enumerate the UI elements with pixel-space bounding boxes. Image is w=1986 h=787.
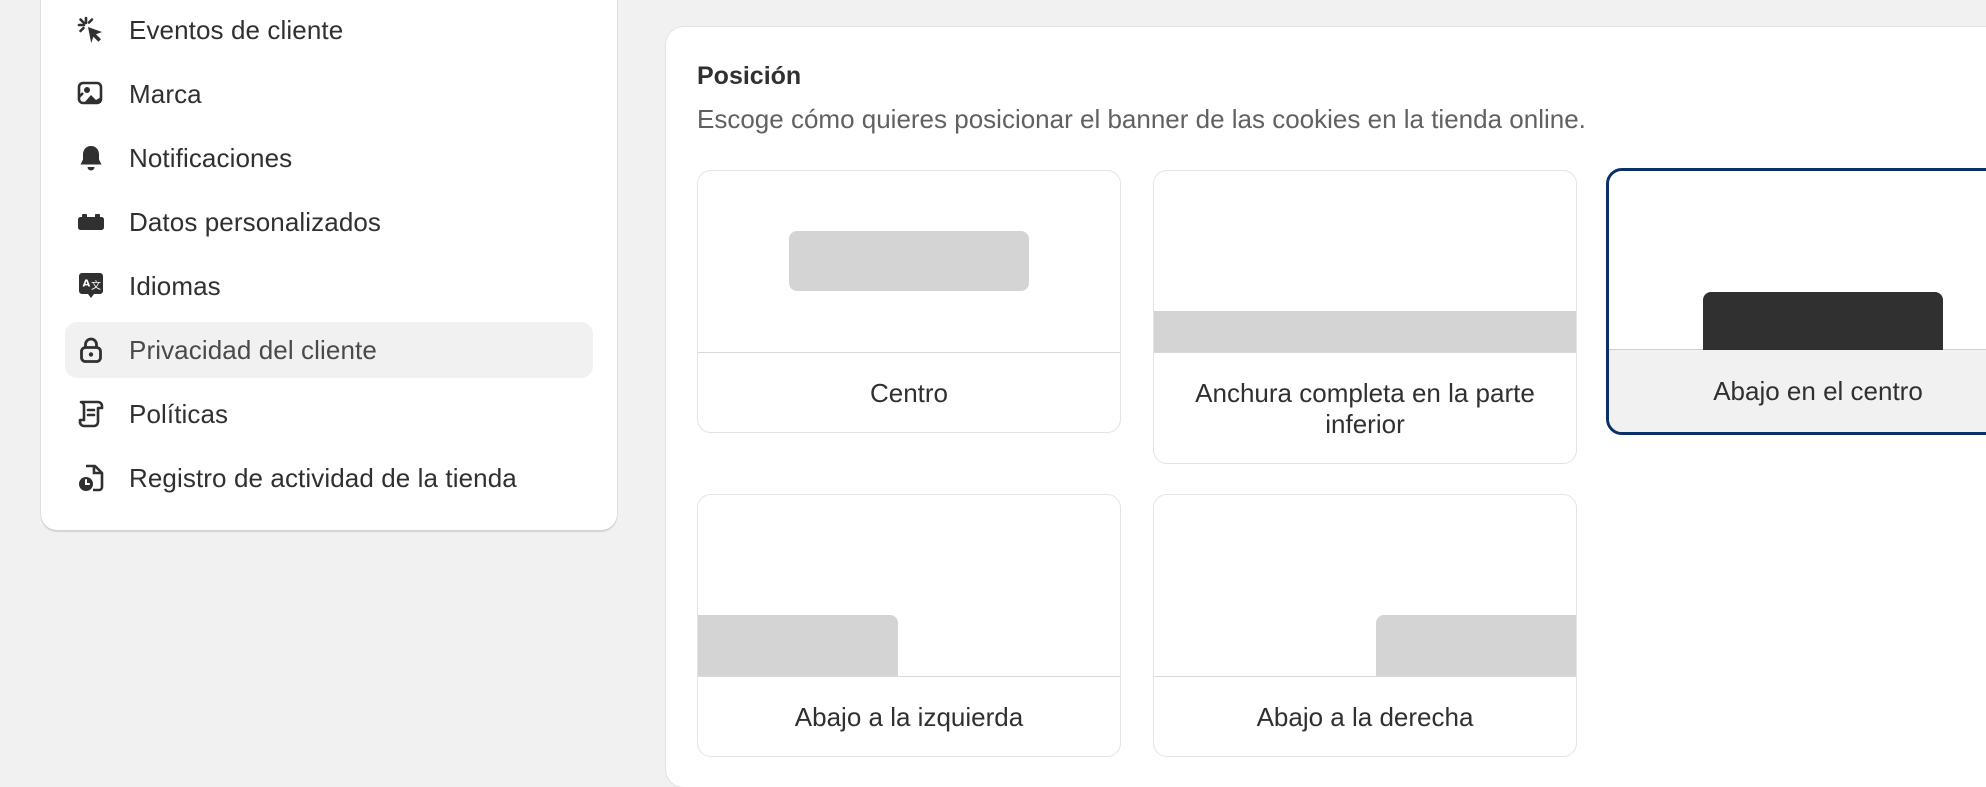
banner-preview: [1609, 171, 1986, 350]
option-label: Abajo a la derecha: [1256, 701, 1474, 732]
sidebar-item-customer-events[interactable]: Eventos de cliente: [65, 2, 593, 58]
sidebar-item-label: Registro de actividad de la tienda: [129, 462, 517, 493]
sidebar-item-label: Eventos de cliente: [129, 14, 344, 45]
sidebar-item-label: Idiomas: [129, 270, 221, 301]
banner-preview-shape: [1703, 292, 1943, 350]
cursor-click-icon: [76, 15, 106, 45]
blocks-icon: [76, 207, 106, 237]
section-description: Escoge cómo quieres posicionar el banner…: [697, 104, 1586, 134]
lock-icon: [76, 335, 106, 365]
sidebar-item-label: Datos personalizados: [129, 206, 382, 237]
sidebar-item-custom-data[interactable]: Datos personalizados: [65, 194, 593, 250]
section-title: Posición: [697, 62, 802, 90]
sidebar-item-label: Privacidad del cliente: [129, 334, 377, 365]
position-option-center[interactable]: Centro: [697, 170, 1121, 433]
position-option-bottom-right[interactable]: Abajo a la derecha: [1153, 494, 1577, 757]
scroll-icon: [76, 399, 106, 429]
banner-preview: [698, 171, 1120, 353]
brand-image-icon: [76, 79, 106, 109]
bell-icon: [76, 143, 106, 173]
banner-preview: [1154, 495, 1576, 677]
banner-preview-shape: [698, 615, 898, 676]
banner-preview-shape: [1154, 311, 1576, 352]
banner-preview-shape: [1376, 615, 1576, 676]
position-option-full-width-bottom[interactable]: Anchura completa en la parte inferior: [1153, 170, 1577, 464]
settings-sidebar: Eventos de cliente Marca Notificaciones …: [41, 0, 617, 530]
position-option-bottom-left[interactable]: Abajo a la izquierda: [697, 494, 1121, 757]
option-label: Abajo en el centro: [1609, 350, 1986, 432]
sidebar-item-label: Políticas: [129, 398, 229, 429]
option-label: Centro: [869, 377, 949, 408]
svg-text:A: A: [83, 279, 91, 290]
position-option-bottom-center[interactable]: Abajo en el centro: [1606, 168, 1986, 435]
sidebar-item-label: Notificaciones: [129, 142, 293, 173]
sidebar-item-policies[interactable]: Políticas: [65, 386, 593, 442]
sidebar-item-store-activity-log[interactable]: Registro de actividad de la tienda: [65, 450, 593, 506]
svg-text:文: 文: [91, 279, 101, 292]
sidebar-item-brand[interactable]: Marca: [65, 66, 593, 122]
sidebar-item-languages[interactable]: A文 Idiomas: [65, 258, 593, 314]
banner-preview: [698, 495, 1120, 677]
option-label: Abajo a la izquierda: [794, 701, 1024, 732]
banner-preview-shape: [789, 231, 1029, 291]
banner-preview: [1154, 171, 1576, 353]
sidebar-item-customer-privacy[interactable]: Privacidad del cliente: [65, 322, 593, 378]
sidebar-item-label: Marca: [129, 78, 202, 109]
sidebar-item-notifications[interactable]: Notificaciones: [65, 130, 593, 186]
option-label: Anchura completa en la parte inferior: [1195, 377, 1535, 439]
activity-log-icon: [76, 463, 106, 493]
translate-icon: A文: [76, 271, 106, 301]
